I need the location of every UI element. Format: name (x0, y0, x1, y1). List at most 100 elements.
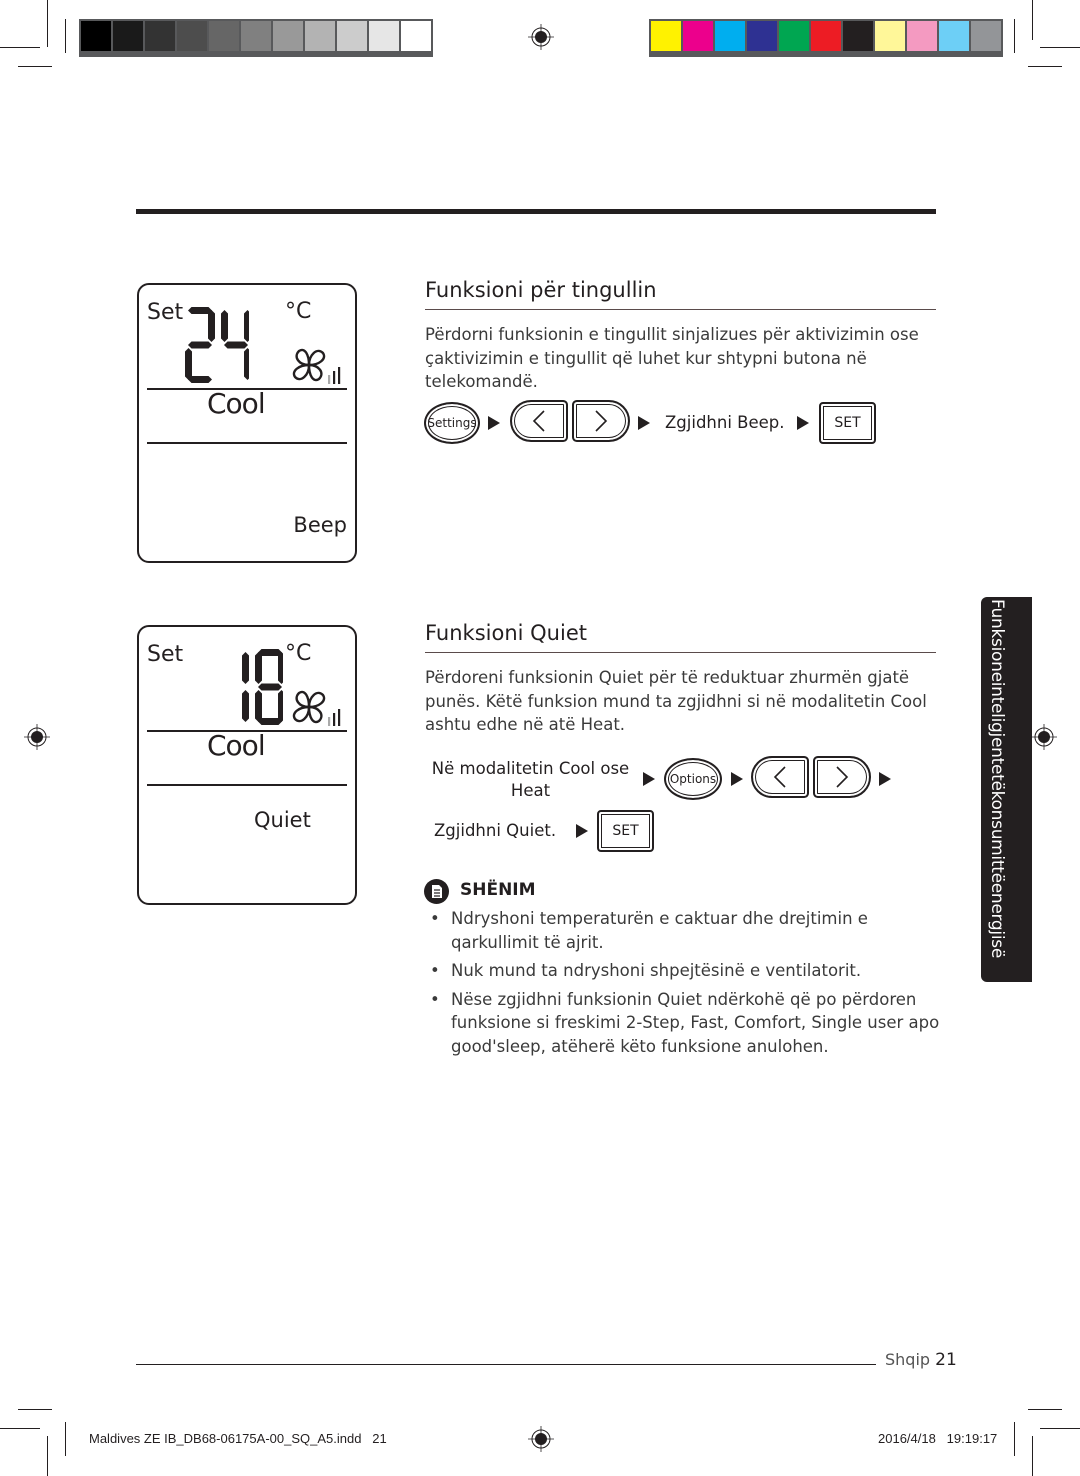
note-list: • Ndryshoni temperaturën e caktuar dhe dr… (430, 907, 945, 1063)
title-underline (425, 309, 936, 310)
slug-file-info: Maldives ZE IB_DB68-06175A-00_SQ_A5.indd… (89, 1431, 387, 1446)
chapter-side-tab-label: Funksioneinteligjentetëkonsumittëenergji… (987, 599, 1007, 958)
crop-mark (1040, 1428, 1080, 1429)
lcd-divider (147, 784, 347, 786)
lcd-mode-label: Cool (207, 387, 266, 420)
page-number: 21 (935, 1350, 957, 1370)
grayscale-swatch (81, 21, 111, 51)
lcd-unit-label: °C (285, 641, 312, 666)
process-color-swatch (715, 21, 745, 51)
left-button[interactable] (510, 400, 568, 442)
crop-mark (47, 0, 48, 47)
crop-mark (65, 1422, 66, 1456)
arrow-right-icon (731, 772, 743, 786)
step-select-quiet: Zgjidhni Quiet. (434, 821, 557, 840)
note-item: • Nëse zgjidhni funksionin Quiet ndërkohë… (430, 988, 945, 1059)
title-underline (425, 652, 936, 653)
process-color-swatch (875, 21, 905, 51)
lcd-segment (244, 310, 249, 342)
options-button[interactable]: Options (664, 758, 722, 800)
lcd-segment (244, 348, 249, 380)
chevron-right-icon (836, 766, 849, 788)
process-color-swatch (811, 21, 841, 51)
lcd-segment (208, 310, 215, 342)
lcd-segment (278, 652, 283, 684)
note-title: SHËNIM (460, 880, 536, 900)
process-color-swatch (779, 21, 809, 51)
arrow-right-icon (643, 772, 655, 786)
chevron-left-icon (773, 766, 786, 788)
grayscale-swatch (369, 21, 399, 51)
right-button[interactable] (572, 400, 630, 442)
lcd-mode-label: Cool (207, 729, 266, 762)
grayscale-swatch (401, 21, 431, 51)
set-button-label: SET (612, 823, 639, 839)
grayscale-swatch (145, 21, 175, 51)
grayscale-swatch (241, 21, 271, 51)
process-color-swatch (971, 21, 1001, 51)
grayscale-swatch (305, 21, 335, 51)
note-item-text: Nuk mund ta ndryshoni shpejtësinë e vent… (451, 961, 862, 980)
fan-icon (292, 348, 341, 384)
lcd-segment (224, 341, 248, 349)
set-button[interactable]: SET (819, 402, 876, 444)
lcd-segment (278, 690, 283, 722)
step-condition-line1: Në modalitetin Cool ose (431, 759, 630, 778)
grayscale-color-bar (79, 19, 433, 57)
crop-mark (1028, 1409, 1062, 1410)
step-condition: Në modalitetin Cool ose Heat (428, 758, 633, 802)
section-title-quiet: Funksioni Quiet (425, 621, 587, 645)
lcd-segment (258, 718, 282, 725)
process-color-bar (649, 19, 1003, 57)
lcd-segment (258, 649, 282, 656)
lcd-temperature-digits (185, 307, 249, 383)
lcd-temperature-digits (242, 649, 283, 725)
lcd-set-label: Set (147, 300, 184, 325)
lcd-segment (242, 690, 249, 722)
registration-mark-icon (528, 1426, 554, 1452)
left-button[interactable] (751, 756, 809, 798)
crop-mark (1040, 47, 1080, 48)
crop-mark (0, 47, 40, 48)
crop-mark (18, 66, 52, 67)
remote-lcd-display-beep: Set °C Cool Beep (137, 283, 357, 563)
crop-mark (1014, 1422, 1015, 1456)
crop-mark (1028, 66, 1062, 67)
footer-rule (136, 1364, 876, 1365)
step-select-beep: Zgjidhni Beep. (665, 413, 785, 432)
process-color-swatch (939, 21, 969, 51)
set-button-label: SET (834, 415, 861, 431)
section-description-beep: Përdorni funksionin e tingullit sinjaliz… (425, 325, 919, 391)
bullet-icon: • (430, 909, 440, 928)
registration-mark-icon (24, 724, 50, 750)
lcd-segment (188, 341, 212, 349)
fan-icon (292, 690, 341, 726)
chapter-side-tab: Funksioneinteligjentetëkonsumittëenergji… (981, 597, 1032, 982)
process-color-swatch (683, 21, 713, 51)
set-button[interactable]: SET (597, 810, 654, 852)
process-color-swatch (747, 21, 777, 51)
options-button-label: Options (669, 772, 717, 786)
process-color-swatch (907, 21, 937, 51)
page-footer: Shqip 21 (885, 1350, 957, 1370)
process-color-swatch (651, 21, 681, 51)
crop-mark (1032, 1436, 1033, 1476)
settings-button[interactable]: Settings (424, 402, 480, 444)
lcd-divider (147, 442, 347, 444)
right-button[interactable] (813, 756, 871, 798)
note-item: • Nuk mund ta ndryshoni shpejtësinë e ven… (430, 959, 945, 983)
chevron-left-icon (532, 410, 545, 432)
grayscale-swatch (177, 21, 207, 51)
slug-datetime: 2016/4/18 19:19:17 (878, 1431, 998, 1446)
crop-mark (47, 1436, 48, 1476)
process-color-swatch (843, 21, 873, 51)
chevron-right-icon (595, 410, 608, 432)
lcd-segment (221, 310, 228, 342)
arrow-right-icon (638, 416, 650, 430)
crop-mark (1032, 0, 1033, 40)
bullet-icon: • (430, 961, 440, 980)
arrow-right-icon (576, 824, 588, 838)
crop-mark (1014, 19, 1015, 53)
arrow-right-icon (879, 772, 891, 786)
lcd-segment (188, 376, 212, 383)
